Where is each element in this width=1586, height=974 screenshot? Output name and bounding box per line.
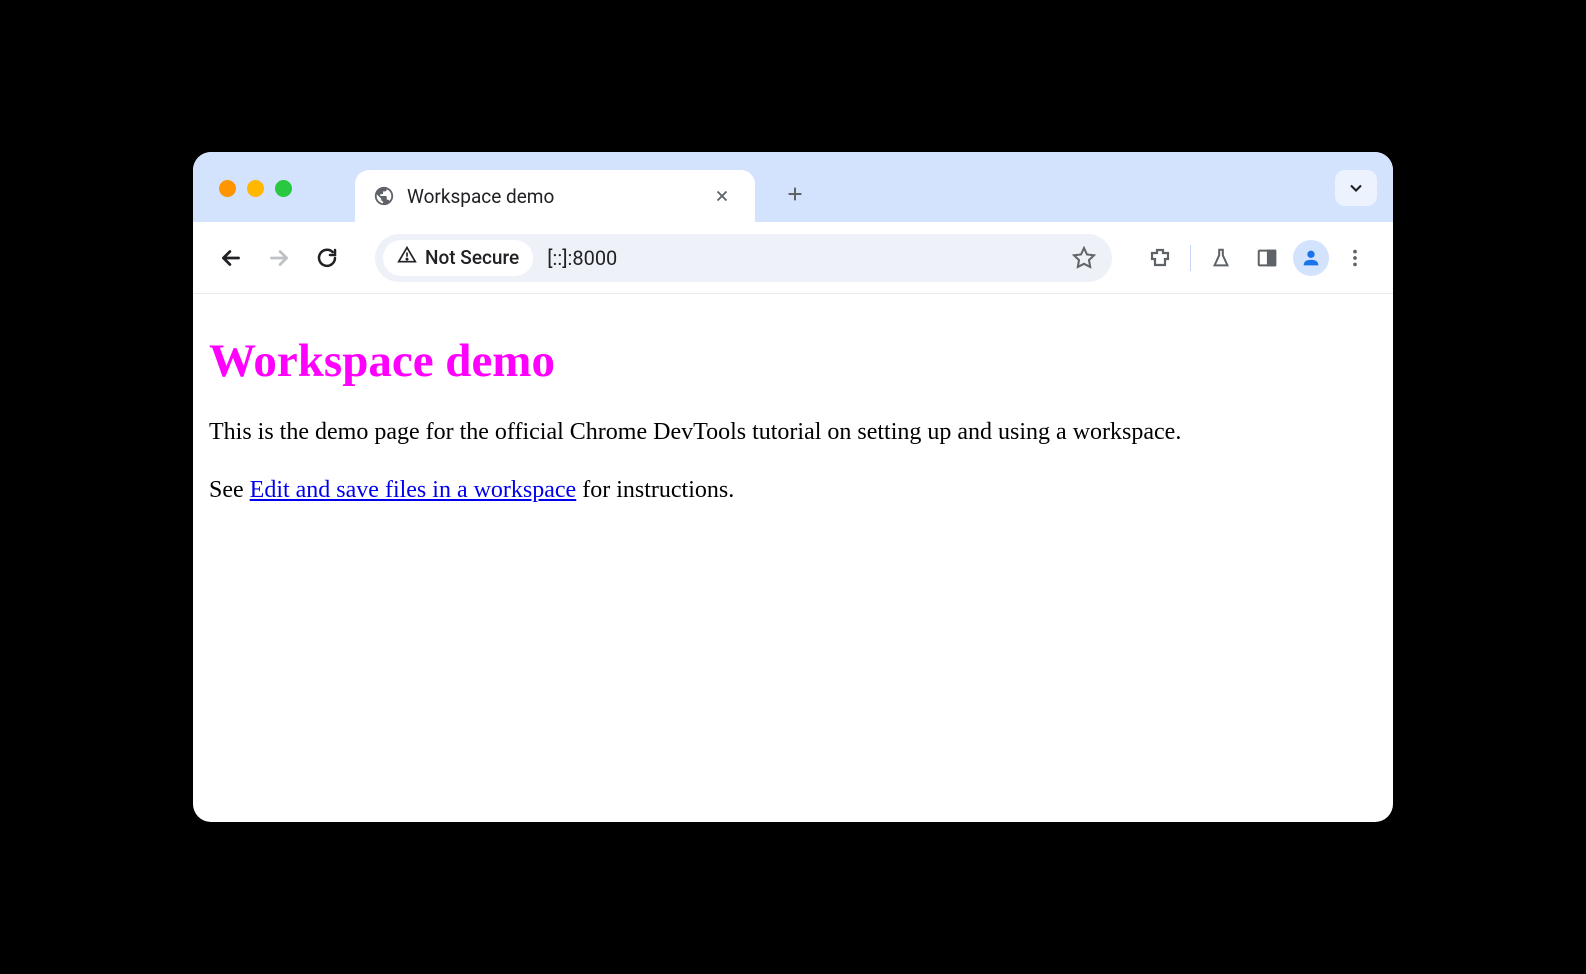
paragraph-prefix: See	[209, 477, 250, 503]
forward-button[interactable]	[259, 238, 299, 278]
labs-button[interactable]	[1201, 238, 1241, 278]
bookmark-button[interactable]	[1064, 238, 1104, 278]
paragraph-suffix: for instructions.	[576, 477, 734, 503]
browser-tab[interactable]: Workspace demo	[355, 170, 755, 222]
new-tab-button[interactable]	[775, 174, 815, 214]
page-content: Workspace demo This is the demo page for…	[193, 294, 1393, 551]
side-panel-button[interactable]	[1247, 238, 1287, 278]
tab-strip: Workspace demo	[193, 152, 1393, 222]
extensions-button[interactable]	[1140, 238, 1180, 278]
browser-toolbar: Not Secure [::]:8000	[193, 222, 1393, 294]
address-bar[interactable]: Not Secure [::]:8000	[375, 234, 1112, 282]
page-heading: Workspace demo	[209, 334, 1377, 388]
globe-icon	[373, 185, 395, 207]
tab-title: Workspace demo	[407, 185, 701, 208]
close-window-button[interactable]	[219, 180, 236, 197]
menu-button[interactable]	[1335, 238, 1375, 278]
page-paragraph-1: This is the demo page for the official C…	[209, 416, 1377, 448]
reload-button[interactable]	[307, 238, 347, 278]
minimize-window-button[interactable]	[247, 180, 264, 197]
page-paragraph-2: See Edit and save files in a workspace f…	[209, 474, 1377, 506]
profile-button[interactable]	[1293, 240, 1329, 276]
security-chip[interactable]: Not Secure	[383, 240, 533, 276]
url-text: [::]:8000	[539, 246, 1058, 270]
toolbar-divider	[1190, 245, 1191, 271]
close-tab-button[interactable]	[713, 187, 731, 205]
back-button[interactable]	[211, 238, 251, 278]
toolbar-actions	[1140, 238, 1375, 278]
security-label: Not Secure	[425, 246, 519, 269]
maximize-window-button[interactable]	[275, 180, 292, 197]
browser-window: Workspace demo Not Secure	[193, 152, 1393, 822]
warning-icon	[397, 245, 417, 270]
instructions-link[interactable]: Edit and save files in a workspace	[250, 477, 577, 503]
window-controls	[219, 180, 292, 197]
tab-search-button[interactable]	[1335, 170, 1377, 206]
